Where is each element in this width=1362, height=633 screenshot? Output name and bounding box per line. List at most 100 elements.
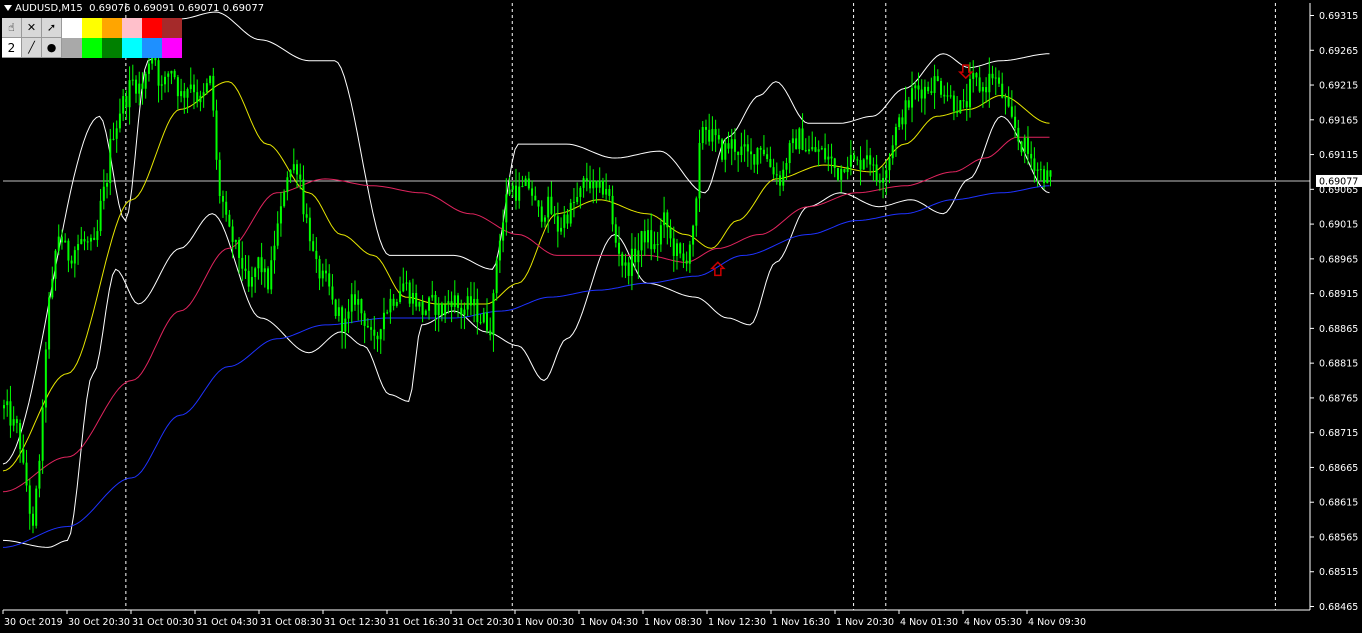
candle-body bbox=[83, 239, 86, 242]
candle-body bbox=[321, 270, 324, 279]
candle-body bbox=[176, 77, 179, 97]
row2-color-swatch-0[interactable] bbox=[62, 38, 82, 58]
candle-body bbox=[363, 313, 366, 326]
row1-color-swatch-1[interactable] bbox=[82, 18, 102, 38]
candle-body bbox=[473, 298, 476, 306]
candle-body bbox=[1030, 153, 1033, 159]
candle-body bbox=[260, 257, 263, 273]
candle-body bbox=[489, 330, 492, 336]
price-chart[interactable]: 0.69315 0.69265 0.69215 0.69165 0.69115 0.690… bbox=[0, 0, 1362, 633]
row1-color-swatch-4[interactable] bbox=[142, 18, 162, 38]
line-width-number[interactable]: 2 bbox=[2, 38, 22, 58]
candle-body bbox=[192, 84, 195, 93]
line-tool-icon[interactable]: ╱ bbox=[22, 38, 42, 58]
candle-body bbox=[659, 225, 662, 245]
candle-body bbox=[60, 236, 63, 243]
candle-body bbox=[405, 282, 408, 284]
time-tick-label: 30 Oct 2019 bbox=[4, 617, 63, 628]
toolbar-row-1: ☝ ✕ ➚ bbox=[2, 18, 184, 38]
candle-body bbox=[698, 142, 701, 199]
candle-body bbox=[756, 147, 759, 165]
row2-color-swatch-1[interactable] bbox=[82, 38, 102, 58]
candle-body bbox=[3, 405, 5, 409]
row2-color-swatch-4[interactable] bbox=[142, 38, 162, 58]
candle-body bbox=[122, 96, 125, 114]
candle-body bbox=[431, 294, 434, 298]
candle-body bbox=[556, 216, 559, 232]
cursor-pointer-icon[interactable]: ➚ bbox=[42, 18, 62, 38]
candle-body bbox=[521, 185, 524, 187]
dropdown-arrow-icon[interactable] bbox=[4, 5, 12, 11]
row1-color-swatch-3[interactable] bbox=[122, 18, 142, 38]
candle-body bbox=[1023, 137, 1026, 153]
candle-body bbox=[279, 206, 282, 224]
candle-body bbox=[772, 167, 775, 175]
hand-pointer-icon[interactable]: ☝ bbox=[2, 18, 22, 38]
candle-body bbox=[724, 143, 727, 160]
row2-color-swatch-5[interactable] bbox=[162, 38, 182, 58]
row1-color-swatch-2[interactable] bbox=[102, 18, 122, 38]
candle-body bbox=[6, 401, 9, 406]
candle-body bbox=[389, 298, 392, 313]
candle-body bbox=[727, 143, 730, 149]
candle-body bbox=[93, 237, 96, 240]
candle-body bbox=[746, 144, 749, 152]
candle-body bbox=[299, 174, 302, 180]
row2-color-swatch-3[interactable] bbox=[122, 38, 142, 58]
candle-body bbox=[147, 63, 150, 74]
price-tick-label: 0.68515 bbox=[1319, 567, 1358, 578]
candle-body bbox=[25, 462, 28, 486]
time-tick-label: 31 Oct 16:30 bbox=[388, 617, 450, 628]
candle-body bbox=[460, 307, 463, 315]
price-tick-label: 0.68565 bbox=[1319, 532, 1358, 543]
candle-body bbox=[444, 304, 447, 316]
candle-body bbox=[51, 278, 54, 298]
dot-tool-icon[interactable]: ● bbox=[42, 38, 62, 58]
candle-body bbox=[759, 147, 762, 150]
candle-body bbox=[469, 296, 472, 306]
chart-header: AUDUSD,M15 0.69076 0.69091 0.69071 0.690… bbox=[4, 3, 264, 14]
candle-body bbox=[254, 268, 257, 278]
candle-body bbox=[785, 163, 788, 170]
candle-body bbox=[15, 419, 18, 424]
candle-body bbox=[894, 127, 897, 146]
candle-body bbox=[463, 309, 466, 315]
row1-color-swatch-0[interactable] bbox=[62, 18, 82, 38]
ohlc-values: 0.69076 0.69091 0.69071 0.69077 bbox=[89, 3, 265, 14]
row1-color-swatch-5[interactable] bbox=[162, 18, 182, 38]
time-tick-label: 31 Oct 00:30 bbox=[132, 617, 194, 628]
candle-body bbox=[952, 95, 955, 112]
candle-body bbox=[341, 307, 344, 332]
candle-body bbox=[795, 138, 798, 150]
candle-body bbox=[814, 147, 817, 152]
candle-body bbox=[263, 268, 266, 273]
candle-body bbox=[73, 250, 76, 264]
candle-body bbox=[585, 178, 588, 181]
candle-body bbox=[791, 138, 794, 144]
candle-body bbox=[524, 178, 527, 186]
candle-body bbox=[634, 248, 637, 263]
candle-body bbox=[775, 174, 778, 176]
candle-body bbox=[144, 73, 147, 89]
row2-color-swatch-2[interactable] bbox=[102, 38, 122, 58]
candle-body bbox=[424, 310, 427, 315]
candle-body bbox=[972, 73, 975, 79]
candle-body bbox=[933, 76, 936, 93]
candle-body bbox=[978, 77, 981, 92]
candle-body bbox=[1046, 170, 1049, 184]
time-tick-label: 4 Nov 05:30 bbox=[964, 617, 1022, 628]
candle-body bbox=[891, 145, 894, 159]
time-tick-label: 30 Oct 20:30 bbox=[68, 617, 130, 628]
candle-body bbox=[350, 294, 353, 312]
price-tick-label: 0.68815 bbox=[1319, 359, 1358, 370]
candle-body bbox=[753, 154, 756, 165]
candle-body bbox=[212, 75, 215, 111]
candle-body bbox=[160, 84, 163, 86]
candle-body bbox=[630, 248, 633, 276]
candle-body bbox=[109, 138, 112, 184]
close-x-icon[interactable]: ✕ bbox=[22, 18, 42, 38]
candle-body bbox=[80, 239, 83, 245]
candle-body bbox=[576, 196, 579, 202]
candle-body bbox=[267, 268, 270, 290]
candle-body bbox=[1014, 116, 1017, 128]
